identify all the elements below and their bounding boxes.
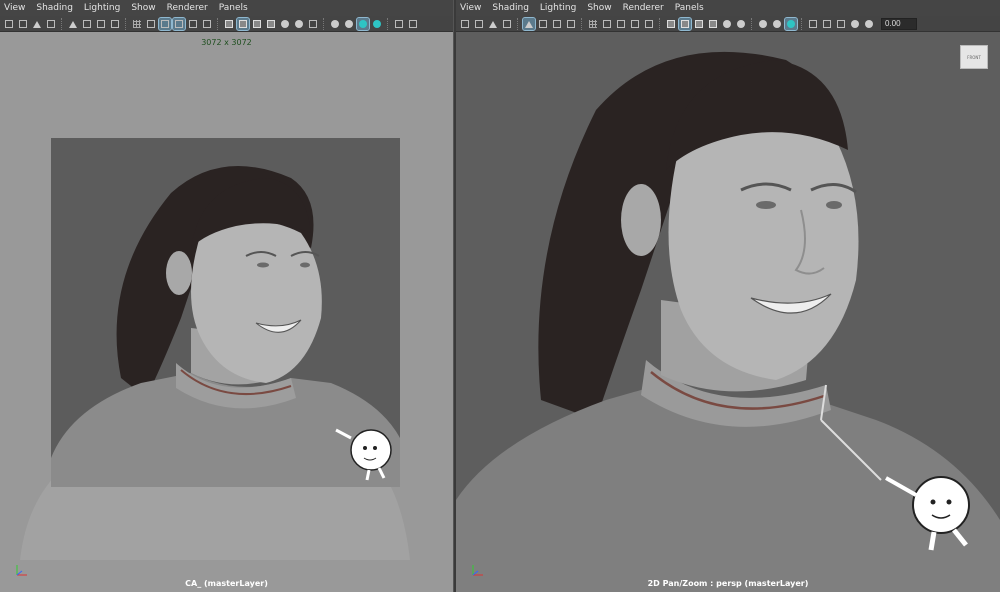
field-chart-icon[interactable] [643, 18, 655, 30]
grid-icon[interactable] [587, 18, 599, 30]
motion-blur-icon[interactable] [771, 18, 783, 30]
resolution-gate-frame [51, 138, 400, 487]
viewport-right-toolbar [456, 16, 1000, 32]
film-gate-icon[interactable] [601, 18, 613, 30]
menu-renderer[interactable]: Renderer [623, 3, 664, 13]
character-render-large [456, 51, 1000, 592]
lighting-icon[interactable] [721, 18, 733, 30]
wireframe-on-shaded-icon[interactable] [693, 18, 705, 30]
antialias-icon[interactable] [784, 16, 798, 31]
dolly-icon[interactable] [565, 18, 577, 30]
color-management-icon[interactable] [849, 18, 861, 30]
xray-joints-icon[interactable] [835, 18, 847, 30]
smooth-shade-icon[interactable] [678, 16, 692, 31]
menu-panels[interactable]: Panels [675, 3, 704, 13]
textured-icon[interactable] [707, 18, 719, 30]
viewport-camera-label: 2D Pan/Zoom : persp (masterLayer) [647, 579, 809, 588]
select-camera-icon[interactable] [522, 16, 536, 31]
bookmark-icon[interactable] [487, 18, 499, 30]
axis-gizmo [16, 565, 27, 576]
menu-show[interactable]: Show [587, 3, 611, 13]
exposure-icon[interactable] [863, 18, 875, 30]
menu-shading[interactable]: Shading [492, 3, 529, 13]
character-render-small [51, 166, 400, 487]
toolbar-separator [581, 17, 585, 30]
toolbar-separator [659, 17, 663, 30]
isolate-icon[interactable] [807, 18, 819, 30]
camera-icon[interactable] [459, 18, 471, 30]
lock-camera-icon[interactable] [537, 18, 549, 30]
ambient-occlusion-icon[interactable] [757, 18, 769, 30]
menu-lighting[interactable]: Lighting [540, 3, 576, 13]
toolbar-separator [751, 17, 755, 30]
viewcube-icon[interactable]: FRONT [960, 45, 988, 69]
toolbar-separator [801, 17, 805, 30]
viewport-right[interactable]: View Shading Lighting Show Renderer Pane… [456, 0, 1000, 592]
resolution-gate-icon[interactable] [615, 18, 627, 30]
wireframe-icon[interactable] [665, 18, 677, 30]
exposure-field[interactable] [881, 17, 917, 30]
viewcube-face-label: FRONT [967, 54, 981, 60]
viewport-right-menubar: View Shading Lighting Show Renderer Pane… [456, 0, 1000, 16]
toolbar-separator [517, 17, 521, 30]
viewport-camera-label: CA_ (masterLayer) [185, 579, 268, 588]
viewport-left[interactable]: View Shading Lighting Show Renderer Pane… [0, 0, 453, 592]
menu-view[interactable]: View [460, 3, 481, 13]
xray-icon[interactable] [821, 18, 833, 30]
track-icon[interactable] [551, 18, 563, 30]
shadow-icon[interactable] [735, 18, 747, 30]
axis-gizmo [472, 565, 483, 576]
gate-mask-icon[interactable] [629, 18, 641, 30]
camera-attr-icon[interactable] [473, 18, 485, 30]
image-plane-icon[interactable] [501, 18, 513, 30]
